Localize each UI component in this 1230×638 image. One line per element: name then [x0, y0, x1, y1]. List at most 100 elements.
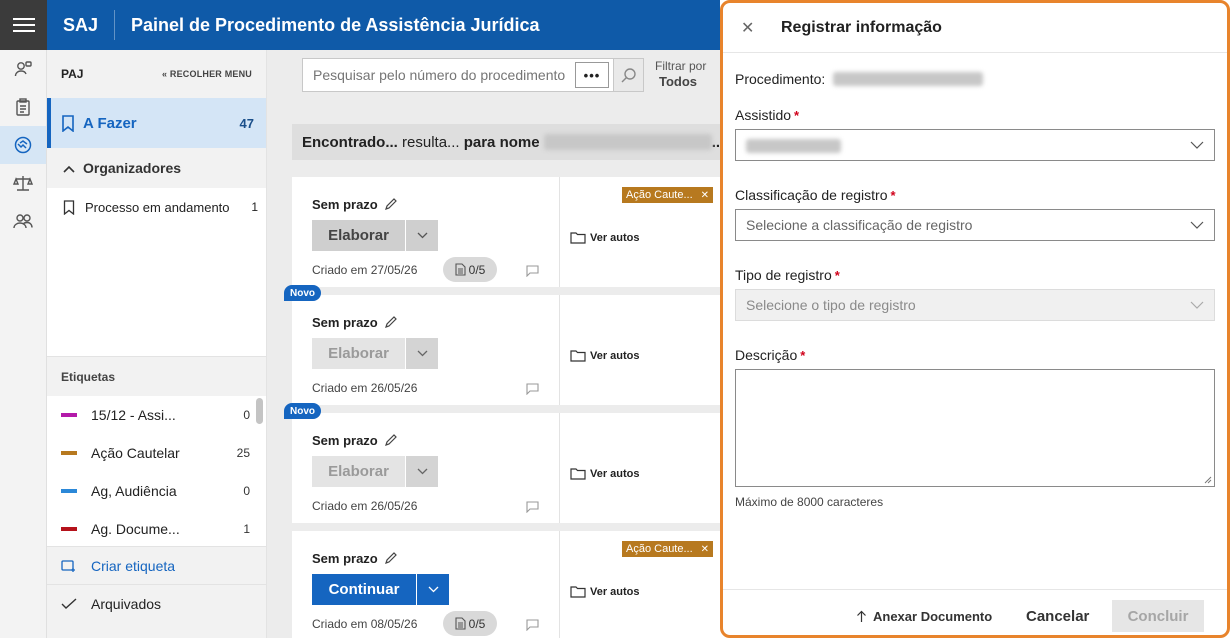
pencil-icon[interactable]	[384, 316, 397, 329]
pencil-icon[interactable]	[384, 198, 397, 211]
search-bar: •••	[302, 58, 644, 92]
pencil-icon[interactable]	[384, 434, 397, 447]
comment-icon[interactable]	[526, 619, 539, 631]
person-search-icon[interactable]	[0, 50, 46, 88]
tag-badge-label: Ação Caute...	[626, 543, 693, 555]
search-button[interactable]	[613, 59, 643, 91]
archived-button[interactable]: Arquivados	[47, 584, 266, 622]
comment-icon[interactable]	[526, 383, 539, 395]
chevron-up-icon	[63, 160, 75, 176]
people-icon[interactable]	[0, 202, 46, 240]
created-date: Criado em 26/05/26	[312, 381, 418, 395]
documents-badge[interactable]: 0/5	[443, 257, 497, 282]
redacted-name	[543, 134, 712, 150]
card-left: Sem prazo Continuar Criado em 08/05/26 0…	[292, 531, 560, 638]
more-options-button[interactable]: •••	[575, 62, 609, 88]
tag-item[interactable]: Ag. Docume... 1	[47, 510, 266, 546]
attach-document-button[interactable]: Anexar Documento	[856, 609, 992, 624]
sidebar-item-a-fazer[interactable]: A Fazer 47	[47, 98, 266, 148]
document-icon	[455, 263, 466, 276]
required-mark: *	[890, 188, 896, 203]
created-date: Criado em 26/05/26	[312, 499, 418, 513]
redacted-assistido	[746, 139, 841, 154]
create-tag-button[interactable]: Criar etiqueta	[47, 546, 266, 584]
tags-heading: Etiquetas	[47, 356, 266, 396]
elaborar-button[interactable]: Elaborar	[312, 338, 405, 369]
close-icon[interactable]: ✕	[701, 190, 709, 201]
search-input[interactable]	[303, 59, 575, 91]
cancel-button[interactable]: Cancelar	[1026, 608, 1089, 625]
tag-badge[interactable]: Ação Caute... ✕	[622, 541, 714, 557]
documents-badge[interactable]: 0/5	[443, 611, 497, 636]
deadline: Sem prazo	[312, 433, 397, 448]
tag-color-swatch	[61, 527, 77, 531]
tag-color-swatch	[61, 489, 77, 493]
comment-icon[interactable]	[526, 265, 539, 277]
app-header: SAJ Painel de Procedimento de Assistênci…	[47, 0, 720, 50]
continuar-button[interactable]: Continuar	[312, 574, 416, 605]
deadline-label: Sem prazo	[312, 315, 378, 330]
filter-dropdown[interactable]: Filtrar por Todos	[655, 59, 706, 89]
tag-badge[interactable]: Ação Caute... ✕	[622, 187, 714, 203]
tag-item[interactable]: Ag, Audiência 0	[47, 472, 266, 510]
menu-icon[interactable]	[0, 0, 47, 50]
conclude-button[interactable]: Concluir	[1112, 600, 1204, 632]
result-summary: Encontrado... resulta... para nome ..	[292, 124, 720, 160]
procedimento-line: Procedimento:	[735, 71, 1217, 87]
created-date: Criado em 27/05/26	[312, 263, 418, 277]
elaborar-dropdown-button[interactable]	[406, 338, 438, 369]
bookmark-icon	[61, 114, 75, 132]
classificacao-select[interactable]: Selecione a classificação de registro	[735, 209, 1215, 241]
comment-icon[interactable]	[526, 501, 539, 513]
page-title: Painel de Procedimento de Assistência Ju…	[131, 14, 540, 35]
elaborar-dropdown-button[interactable]	[406, 456, 438, 487]
search-icon	[621, 67, 637, 83]
tag-item[interactable]: Ação Cautelar 25	[47, 434, 266, 472]
brand-logo[interactable]: SAJ	[47, 10, 116, 40]
procedure-card: Sem prazo Elaborar Criado em 26/05/26 No…	[284, 285, 720, 405]
tipo-group: Tipo de registro * Selecione o tipo de re…	[735, 267, 1217, 321]
sidebar-item-processo[interactable]: Processo em andamento 1	[47, 188, 266, 226]
resize-grip-icon[interactable]	[1202, 474, 1212, 484]
close-icon[interactable]: ✕	[741, 18, 761, 38]
tag-count: 0	[243, 408, 250, 422]
close-icon[interactable]: ✕	[701, 544, 709, 555]
sidebar-spacer	[47, 226, 266, 356]
chevron-down-icon	[417, 468, 428, 475]
assistido-group: Assistido *	[735, 107, 1217, 161]
handshake-icon[interactable]	[0, 126, 46, 164]
procedure-card: Sem prazo Elaborar Criado em 27/05/26 0/…	[292, 177, 720, 287]
descricao-textarea[interactable]	[735, 369, 1215, 487]
ver-autos-link[interactable]: Ver autos	[570, 585, 640, 598]
scales-icon[interactable]	[0, 164, 46, 202]
deadline: Sem prazo	[312, 551, 397, 566]
ver-autos-link[interactable]: Ver autos	[570, 467, 640, 480]
create-tag-label: Criar etiqueta	[91, 557, 176, 574]
elaborar-button[interactable]: Elaborar	[312, 456, 405, 487]
chevron-down-icon	[417, 232, 428, 239]
tags-scrollbar[interactable]	[256, 398, 263, 424]
organizers-toggle[interactable]: Organizadores	[47, 148, 266, 188]
documents-count: 0/5	[468, 262, 486, 277]
tipo-select[interactable]: Selecione o tipo de registro	[735, 289, 1215, 321]
tag-label: Ag. Docume...	[91, 521, 180, 537]
assistido-select[interactable]	[735, 129, 1215, 161]
check-icon	[61, 597, 79, 610]
deadline-label: Sem prazo	[312, 433, 378, 448]
folder-icon	[570, 349, 586, 362]
tag-item[interactable]: 15/12 - Assi... 0	[47, 396, 266, 434]
ver-autos-label: Ver autos	[590, 231, 640, 244]
elaborar-split-button: Elaborar	[312, 338, 438, 369]
continuar-dropdown-button[interactable]	[417, 574, 449, 605]
main-content: ••• Filtrar por Todos Encontrado... resu…	[267, 50, 720, 638]
ver-autos-link[interactable]: Ver autos	[570, 231, 640, 244]
collapse-menu-button[interactable]: « RECOLHER MENU	[162, 69, 252, 79]
pencil-icon[interactable]	[384, 552, 397, 565]
add-tag-icon	[61, 559, 79, 573]
documents-count: 0/5	[468, 616, 486, 631]
elaborar-dropdown-button[interactable]	[406, 220, 438, 251]
clipboard-icon[interactable]	[0, 88, 46, 126]
elaborar-button[interactable]: Elaborar	[312, 220, 405, 251]
ver-autos-link[interactable]: Ver autos	[570, 349, 640, 362]
descricao-group: Descrição * Máximo de 8000 caracteres	[735, 347, 1217, 509]
